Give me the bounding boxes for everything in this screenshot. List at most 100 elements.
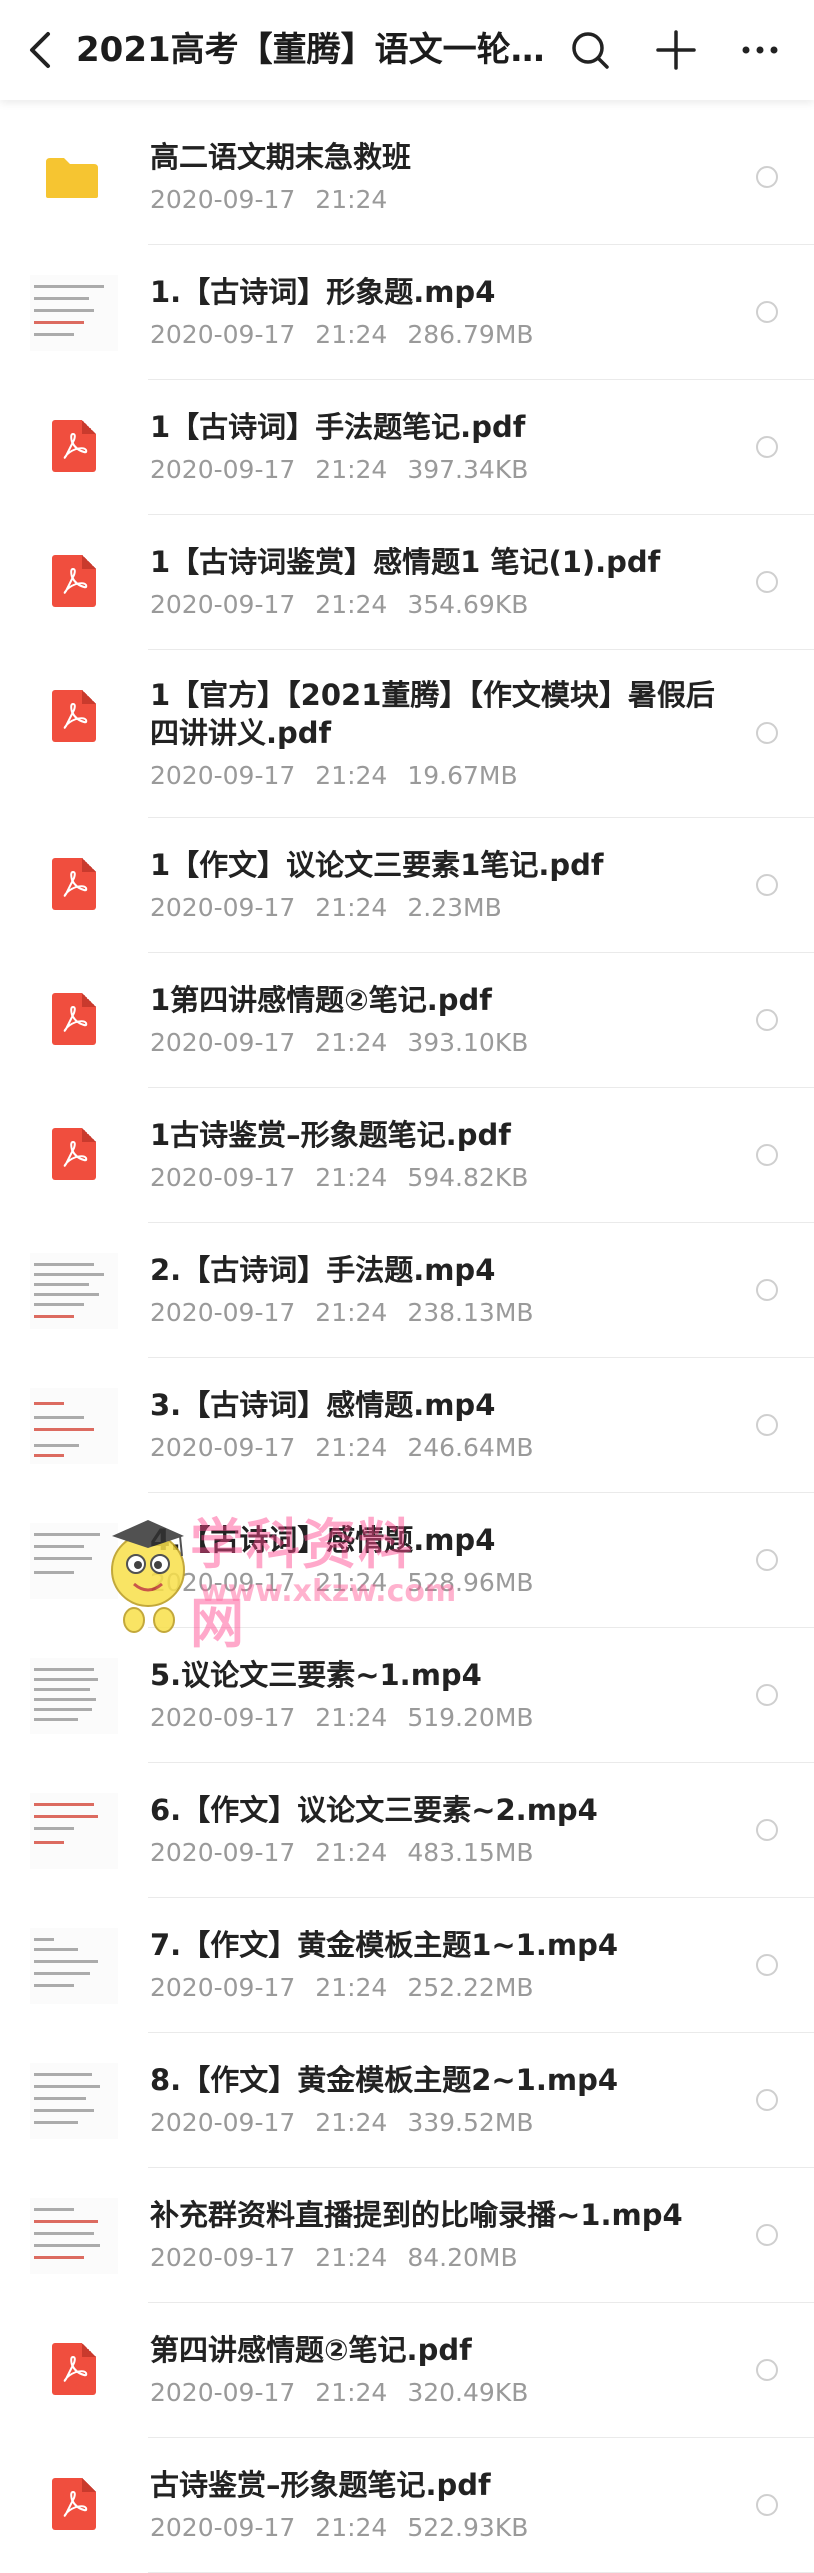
select-radio[interactable] <box>756 1819 778 1841</box>
select-radio[interactable] <box>756 1279 778 1301</box>
thumbnail-line <box>34 1960 98 1963</box>
file-row[interactable]: 1【作文】议论文三要素1笔记.pdf 2020-09-17 21:24 2.23MB <box>0 818 814 953</box>
file-date: 2020-09-17 <box>150 1298 296 1327</box>
select-radio[interactable] <box>756 1954 778 1976</box>
file-time: 21:24 <box>315 1838 388 1867</box>
select-radio[interactable] <box>756 2494 778 2516</box>
thumbnail-line <box>34 1815 98 1818</box>
pdf-file-icon <box>52 858 96 910</box>
file-row[interactable]: 高二语文期末急救班 2020-09-17 21:24 <box>0 110 814 245</box>
thumbnail-line <box>34 1303 84 1306</box>
file-size: 522.93KB <box>407 2513 529 2542</box>
file-date: 2020-09-17 <box>150 1028 296 1057</box>
search-icon[interactable] <box>566 26 614 74</box>
file-meta: 2020-09-17 21:24 2.23MB <box>150 892 522 924</box>
thumbnail-line <box>34 1571 74 1574</box>
file-row[interactable]: 古诗鉴赏–形象题笔记.pdf 2020-09-17 21:24 522.93KB <box>0 2438 814 2573</box>
select-radio[interactable] <box>756 2224 778 2246</box>
thumbnail-line <box>34 1803 94 1806</box>
file-name: 8.【作文】黄金模板主题2~1.mp4 <box>150 2063 619 2097</box>
select-radio[interactable] <box>756 1684 778 1706</box>
thumbnail-line <box>34 1283 89 1286</box>
file-row[interactable]: 1【古诗词】手法题笔记.pdf 2020-09-17 21:24 397.34KB <box>0 380 814 515</box>
select-radio[interactable] <box>756 2089 778 2111</box>
file-name: 5.议论文三要素~1.mp4 <box>150 1658 482 1692</box>
file-time: 21:24 <box>315 1163 388 1192</box>
file-time: 21:24 <box>315 2108 388 2137</box>
pdf-file-icon <box>52 2343 96 2395</box>
select-radio[interactable] <box>756 2359 778 2381</box>
file-name: 高二语文期末急救班 <box>150 140 412 174</box>
file-meta: 2020-09-17 21:24 519.20MB <box>150 1702 554 1734</box>
file-name: 7.【作文】黄金模板主题1~1.mp4 <box>150 1928 619 1962</box>
file-row[interactable]: 1【古诗词鉴赏】感情题1 笔记(1).pdf 2020-09-17 21:24 354… <box>0 515 814 650</box>
file-row[interactable]: 8.【作文】黄金模板主题2~1.mp4 2020-09-17 21:24 339.52… <box>0 2033 814 2168</box>
file-meta: 2020-09-17 21:24 483.15MB <box>150 1837 554 1869</box>
file-row[interactable]: 1.【古诗词】形象题.mp4 2020-09-17 21:24 286.79MB <box>0 245 814 380</box>
thumbnail-line <box>34 1402 64 1405</box>
thumbnail-line <box>34 1718 78 1721</box>
file-size: 483.15MB <box>407 1838 534 1867</box>
select-radio[interactable] <box>756 571 778 593</box>
file-size: 84.20MB <box>407 2243 518 2272</box>
select-radio[interactable] <box>756 436 778 458</box>
select-radio[interactable] <box>756 722 778 744</box>
file-size: 320.49KB <box>407 2378 529 2407</box>
pdf-file-icon <box>52 420 96 472</box>
file-date: 2020-09-17 <box>150 1163 296 1192</box>
file-name: 1第四讲感情题②笔记.pdf <box>150 983 492 1017</box>
file-size: 339.52MB <box>407 2108 534 2137</box>
thumbnail-line <box>34 1984 74 1987</box>
file-meta: 2020-09-17 21:24 522.93KB <box>150 2512 548 2544</box>
select-radio[interactable] <box>756 1009 778 1031</box>
video-thumbnail <box>30 1928 118 2004</box>
thumbnail-line <box>34 1938 54 1941</box>
file-name: 古诗鉴赏–形象题笔记.pdf <box>150 2468 491 2502</box>
thumbnail-line <box>34 1972 90 1975</box>
file-date: 2020-09-17 <box>150 1838 296 1867</box>
file-row[interactable]: 1古诗鉴赏–形象题笔记.pdf 2020-09-17 21:24 594.82KB <box>0 1088 814 1223</box>
select-radio[interactable] <box>756 301 778 323</box>
video-thumbnail <box>30 275 118 351</box>
chevron-left-icon[interactable] <box>22 28 62 72</box>
file-name: 1【古诗词】手法题笔记.pdf <box>150 410 526 444</box>
file-time: 21:24 <box>315 1433 388 1462</box>
file-time: 21:24 <box>315 1703 388 1732</box>
file-row[interactable]: 6.【作文】议论文三要素~2.mp4 2020-09-17 21:24 483.15M… <box>0 1763 814 1898</box>
file-meta: 2020-09-17 21:24 19.67MB <box>150 760 538 792</box>
file-row[interactable]: 第四讲感情题②笔记.pdf 2020-09-17 21:24 320.49KB <box>0 2303 814 2438</box>
file-meta: 2020-09-17 21:24 397.34KB <box>150 454 548 486</box>
thumbnail-line <box>34 1454 64 1457</box>
thumbnail-line <box>34 1545 84 1548</box>
file-row[interactable]: 补充群资料直播提到的比喻录播~1.mp4 2020-09-17 21:24 84.20… <box>0 2168 814 2303</box>
file-name: 2.【古诗词】手法题.mp4 <box>150 1253 496 1287</box>
select-radio[interactable] <box>756 1414 778 1436</box>
file-row[interactable]: 7.【作文】黄金模板主题1~1.mp4 2020-09-17 21:24 252.22… <box>0 1898 814 2033</box>
select-radio[interactable] <box>756 874 778 896</box>
file-time: 21:24 <box>315 1298 388 1327</box>
file-meta: 2020-09-17 21:24 84.20MB <box>150 2242 538 2274</box>
file-row[interactable]: 1第四讲感情题②笔记.pdf 2020-09-17 21:24 393.10KB <box>0 953 814 1088</box>
file-row[interactable]: 1【官方】【2021董腾】【作文模块】暑假后四讲讲义.pdf 2020-09-17… <box>0 650 814 818</box>
select-radio[interactable] <box>756 1549 778 1571</box>
thumbnail-line <box>34 1688 90 1691</box>
thumbnail-line <box>34 333 74 336</box>
file-time: 21:24 <box>315 455 388 484</box>
folder-icon <box>46 158 98 198</box>
thumbnail-line <box>34 1708 92 1711</box>
file-time: 21:24 <box>315 2513 388 2542</box>
select-radio[interactable] <box>756 166 778 188</box>
file-row[interactable]: 4.【古诗词】感情题.mp4 2020-09-17 21:24 528.96MB <box>0 1493 814 1628</box>
select-radio[interactable] <box>756 1144 778 1166</box>
video-thumbnail <box>30 1658 118 1734</box>
file-row[interactable]: 2.【古诗词】手法题.mp4 2020-09-17 21:24 238.13MB <box>0 1223 814 1358</box>
page-title: 2021高考【董腾】语文一轮... <box>76 30 546 70</box>
more-icon[interactable] <box>736 26 784 74</box>
file-row[interactable]: 5.议论文三要素~1.mp4 2020-09-17 21:24 519.20MB <box>0 1628 814 1763</box>
file-name: 6.【作文】议论文三要素~2.mp4 <box>150 1793 598 1827</box>
file-date: 2020-09-17 <box>150 761 296 790</box>
file-name: 3.【古诗词】感情题.mp4 <box>150 1388 496 1422</box>
file-row[interactable]: 3.【古诗词】感情题.mp4 2020-09-17 21:24 246.64MB <box>0 1358 814 1493</box>
plus-icon[interactable] <box>652 26 700 74</box>
file-date: 2020-09-17 <box>150 320 296 349</box>
